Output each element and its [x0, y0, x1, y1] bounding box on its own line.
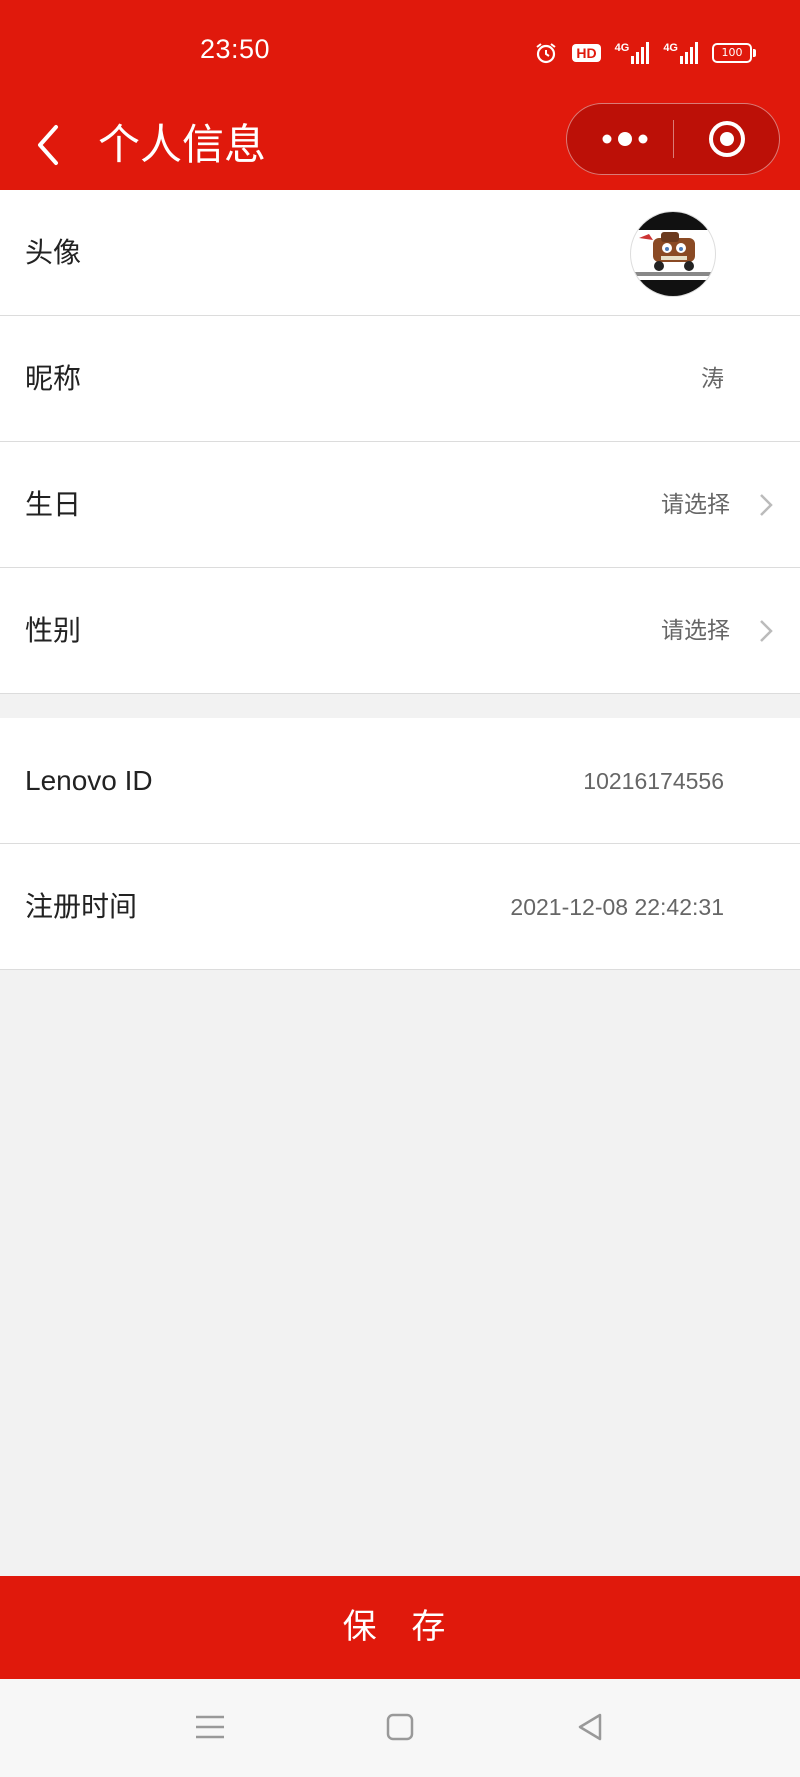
avatar-image — [631, 212, 715, 296]
lenovo-id-value: 10216174556 — [583, 768, 724, 794]
birthday-label: 生日 — [25, 488, 82, 521]
birthday-value: 请选择 — [661, 492, 730, 518]
nickname-row[interactable]: 昵称 涛 — [0, 316, 800, 442]
profile-section: 头像 昵称 涛 生日 请选择 性别 请选择 — [0, 190, 800, 694]
target-circle-icon[interactable] — [707, 119, 747, 159]
save-button[interactable]: 保 存 — [0, 1576, 800, 1679]
hd-voice-icon: HD — [572, 44, 601, 62]
register-time-value: 2021-12-08 22:42:31 — [510, 894, 724, 920]
signal-4g-icon: 4G — [663, 42, 698, 64]
avatar-label: 头像 — [25, 236, 82, 269]
chevron-right-icon — [760, 494, 773, 516]
status-icons: HD 4G 4G 100 — [534, 38, 756, 68]
mini-program-capsule — [566, 103, 780, 175]
gender-label: 性别 — [25, 614, 82, 647]
register-time-row: 注册时间 2021-12-08 22:42:31 — [0, 844, 800, 970]
chevron-left-icon[interactable] — [30, 115, 70, 175]
menu-icon[interactable] — [190, 1707, 230, 1747]
battery-icon: 100 — [712, 43, 756, 63]
more-dots-icon[interactable] — [597, 126, 653, 152]
nav-bar: 个人信息 — [0, 103, 800, 190]
nickname-label: 昵称 — [25, 362, 82, 395]
avatar[interactable] — [630, 211, 716, 297]
status-bar: 23:50 HD 4G 4G 100 — [0, 0, 800, 103]
gender-row[interactable]: 性别 请选择 — [0, 568, 800, 694]
lenovo-id-label: Lenovo ID — [25, 765, 153, 796]
register-time-label: 注册时间 — [25, 890, 138, 923]
home-icon[interactable] — [380, 1707, 420, 1747]
page-title: 个人信息 — [98, 120, 267, 169]
back-triangle-icon[interactable] — [570, 1707, 610, 1747]
birthday-row[interactable]: 生日 请选择 — [0, 442, 800, 568]
avatar-row[interactable]: 头像 — [0, 190, 800, 316]
chevron-right-icon — [760, 620, 773, 642]
status-time: 23:50 — [200, 34, 271, 64]
nickname-value: 涛 — [701, 366, 724, 392]
capsule-divider — [673, 120, 674, 158]
account-section: Lenovo ID 10216174556 注册时间 2021-12-08 22… — [0, 718, 800, 970]
system-nav-bar — [0, 1679, 800, 1777]
signal-4g-icon: 4G — [615, 42, 650, 64]
lenovo-id-row: Lenovo ID 10216174556 — [0, 718, 800, 844]
gender-value: 请选择 — [661, 618, 730, 644]
alarm-icon — [536, 43, 556, 64]
